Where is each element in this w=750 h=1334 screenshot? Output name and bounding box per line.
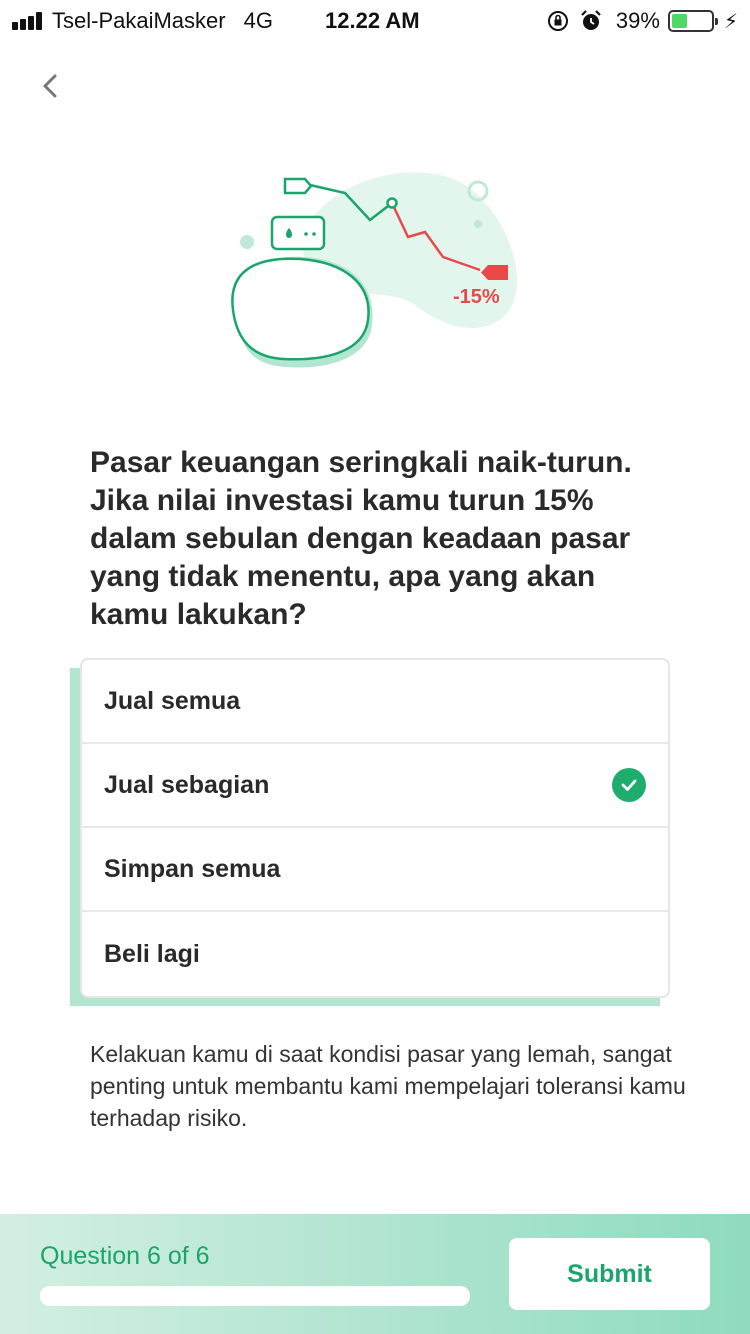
option-jual-sebagian[interactable]: Jual sebagian [82, 744, 668, 828]
progress-fill [40, 1286, 470, 1306]
status-time: 12.22 AM [325, 8, 420, 33]
market-drop-illustration: -15% [231, 172, 518, 368]
battery-percent: 39% [615, 8, 660, 33]
back-button[interactable] [30, 66, 70, 106]
rotation-lock-icon [547, 11, 568, 31]
price-point [386, 197, 398, 209]
bolt-icon: ⚡︎ [723, 10, 738, 33]
change-label: -15% [453, 286, 500, 308]
option-label: Simpan semua [104, 854, 281, 883]
chevron-left-icon [43, 74, 57, 98]
option-simpan-semua[interactable]: Simpan semua [82, 828, 668, 912]
decor-dot-left [240, 235, 254, 249]
check-circle-icon [612, 768, 646, 802]
option-jual-semua[interactable]: Jual semua [82, 660, 668, 744]
status-bar: Tsel-PakaiMasker 4G 12.22 AM 39% ⚡︎ [0, 0, 750, 40]
decor-dot-right [474, 220, 482, 228]
option-label: Jual sebagian [104, 770, 270, 799]
option-label: Beli lagi [104, 939, 200, 968]
answer-options: Jual semua Jual sebagian Simpan semua Be… [80, 658, 670, 998]
progress-bar [40, 1286, 470, 1306]
status-left: Tsel-PakaiMasker 4G [12, 8, 273, 34]
battery-icon [667, 10, 718, 32]
info-note: Kelakuan kamu di saat kondisi pasar yang… [90, 1041, 686, 1131]
submit-button[interactable]: Submit [509, 1238, 710, 1310]
alarm-icon [581, 10, 601, 30]
battery-fill [671, 14, 687, 28]
status-right: 39% ⚡︎ [546, 8, 738, 34]
signal-icon [12, 12, 44, 30]
wallet-icon [270, 215, 326, 251]
carrier-name: Tsel-PakaiMasker [52, 8, 226, 33]
network-type: 4G [243, 8, 273, 33]
progress-label: Question 6 of 6 [40, 1242, 210, 1270]
option-beli-lagi[interactable]: Beli lagi [82, 912, 668, 996]
question-text: Pasar keuangan seringkali naik-turun. Ji… [90, 446, 632, 631]
price-tag-green [283, 177, 313, 195]
option-label: Jual semua [104, 686, 241, 715]
footer-bar: Question 6 of 6 Submit [0, 1214, 750, 1334]
coin-stack [231, 257, 370, 361]
